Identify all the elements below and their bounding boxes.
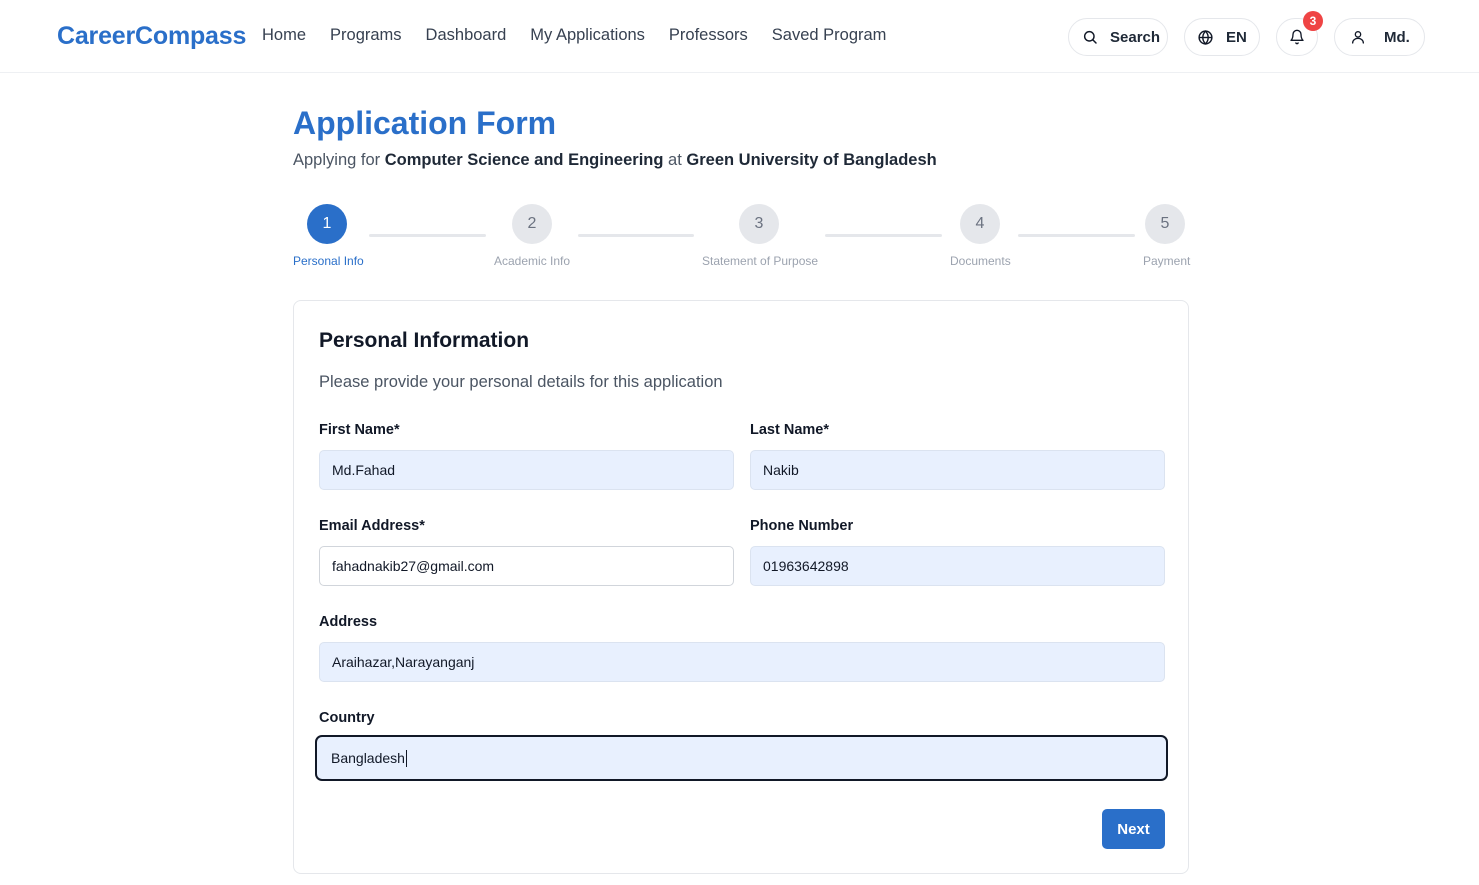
step-connector <box>369 234 486 237</box>
search-button[interactable]: Search <box>1068 18 1168 56</box>
page-subtitle: Applying for Computer Science and Engine… <box>293 151 937 170</box>
nav-home[interactable]: Home <box>262 26 306 45</box>
step-5-label: Payment <box>1143 254 1191 268</box>
program-name: Computer Science and Engineering <box>384 151 664 169</box>
next-button[interactable]: Next <box>1102 809 1165 849</box>
nav-my-applications[interactable]: My Applications <box>530 26 645 45</box>
phone-input[interactable]: 01963642898 <box>750 546 1165 586</box>
notification-badge: 3 <box>1303 11 1323 31</box>
country-label: Country <box>319 710 375 726</box>
country-input[interactable]: Bangladesh <box>315 735 1168 781</box>
nav-dashboard[interactable]: Dashboard <box>426 26 507 45</box>
step-2-label: Academic Info <box>494 254 571 268</box>
bell-icon <box>1289 29 1305 45</box>
subtitle-mid: at <box>663 151 687 169</box>
university-name: Green University of Bangladesh <box>686 151 937 169</box>
page-title: Application Form <box>293 105 557 141</box>
step-1-circle[interactable]: 1 <box>307 204 347 244</box>
notifications-button[interactable]: 3 <box>1276 11 1323 56</box>
user-menu-button[interactable]: Md. <box>1334 18 1425 56</box>
brand-logo[interactable]: CareerCompass <box>57 22 246 51</box>
user-label: Md. <box>1384 28 1410 46</box>
step-5-circle[interactable]: 5 <box>1145 204 1185 244</box>
personal-info-card: Personal Information Please provide your… <box>293 300 1189 874</box>
subtitle-prefix: Applying for <box>293 151 385 169</box>
last-name-input[interactable]: Nakib <box>750 450 1165 490</box>
search-label: Search <box>1110 28 1161 46</box>
country-value: Bangladesh <box>331 750 405 766</box>
email-label: Email Address* <box>319 518 425 534</box>
form-title: Personal Information <box>319 329 530 352</box>
step-3-label: Statement of Purpose <box>702 254 819 268</box>
step-connector <box>1018 234 1135 237</box>
step-4-label: Documents <box>950 254 1011 268</box>
last-name-label: Last Name* <box>750 422 829 438</box>
step-4-circle[interactable]: 4 <box>960 204 1000 244</box>
search-icon <box>1082 29 1098 45</box>
step-3-circle[interactable]: 3 <box>739 204 779 244</box>
nav-saved-program[interactable]: Saved Program <box>772 26 887 45</box>
nav-professors[interactable]: Professors <box>669 26 748 45</box>
globe-icon <box>1197 29 1214 46</box>
email-input[interactable]: fahadnakib27@gmail.com <box>319 546 734 586</box>
address-label: Address <box>319 614 378 630</box>
step-connector <box>578 234 694 237</box>
step-2-circle[interactable]: 2 <box>512 204 552 244</box>
form-description: Please provide your personal details for… <box>319 373 723 391</box>
language-label: EN <box>1226 28 1247 46</box>
top-navbar: CareerCompass Home Programs Dashboard My… <box>0 0 1479 73</box>
first-name-label: First Name* <box>319 422 400 438</box>
address-input[interactable]: Araihazar,Narayanganj <box>319 642 1165 682</box>
step-connector <box>825 234 942 237</box>
language-selector[interactable]: EN <box>1184 18 1260 56</box>
user-icon <box>1350 29 1366 45</box>
step-1-label: Personal Info <box>293 254 364 268</box>
first-name-input[interactable]: Md.Fahad <box>319 450 734 490</box>
nav-programs[interactable]: Programs <box>330 26 402 45</box>
text-caret <box>405 749 407 767</box>
main-nav: Home Programs Dashboard My Applications … <box>262 26 886 45</box>
phone-label: Phone Number <box>750 518 854 534</box>
